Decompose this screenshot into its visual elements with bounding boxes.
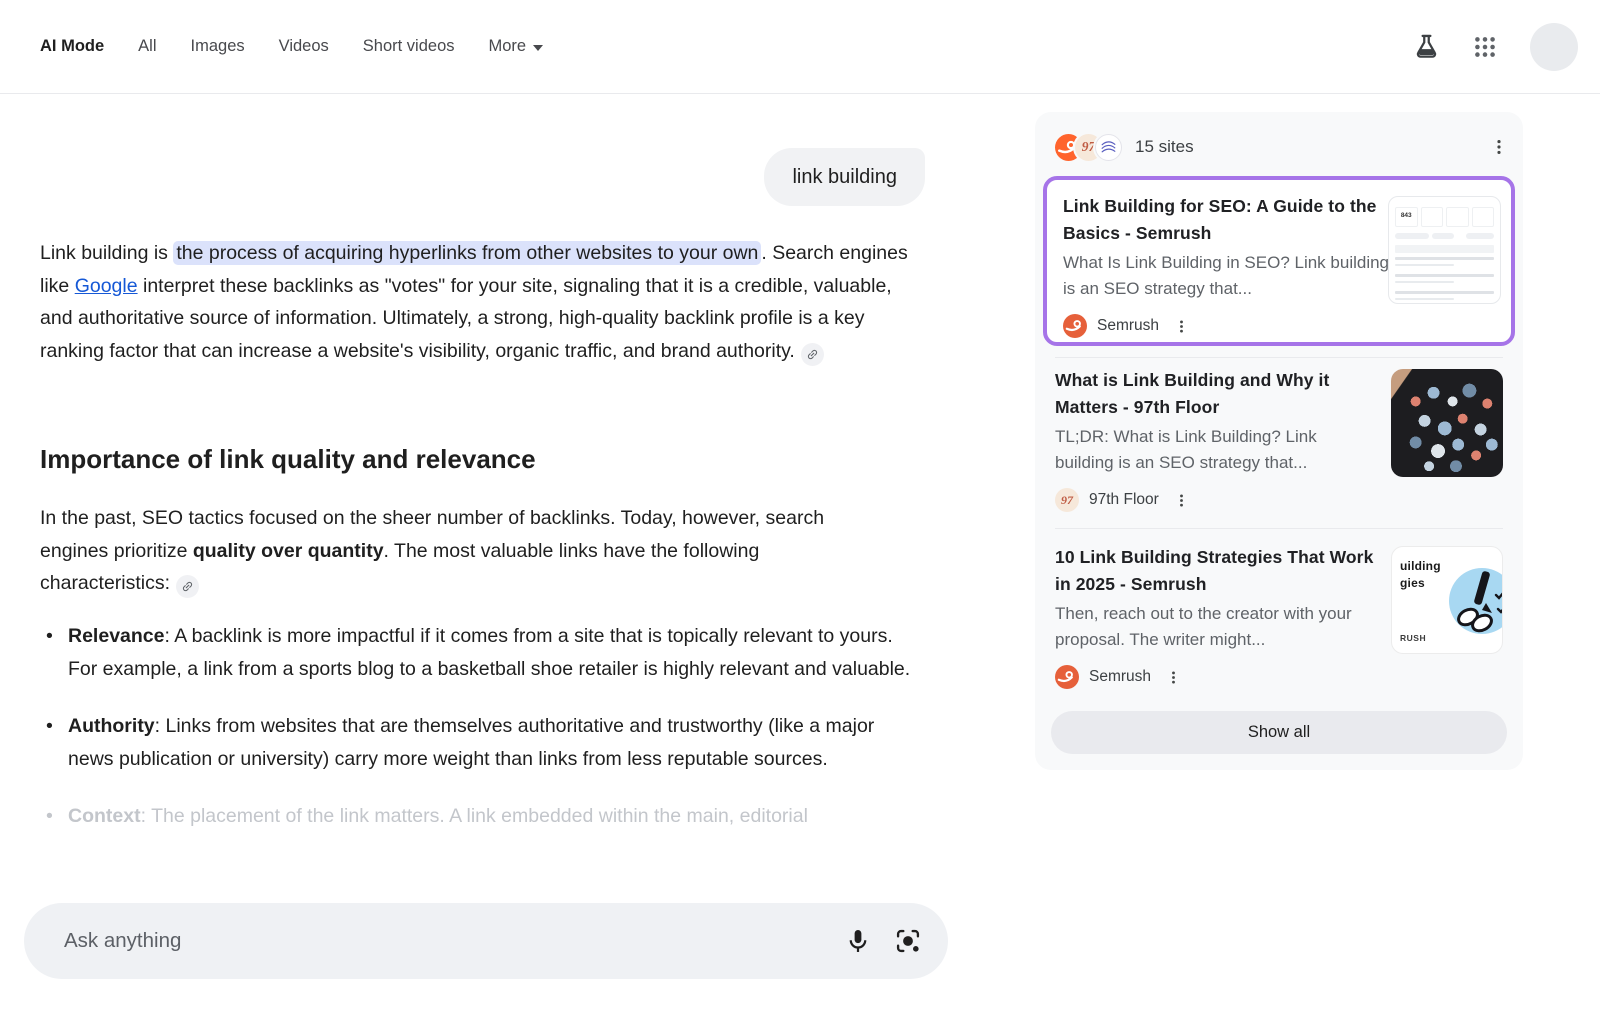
card-more-options-icon[interactable] xyxy=(1165,669,1182,686)
user-avatar[interactable] xyxy=(1530,23,1578,71)
citation-link-icon[interactable] xyxy=(176,575,199,598)
favicon-stack: 97 xyxy=(1055,134,1122,161)
swirl-favicon-icon xyxy=(1095,134,1122,161)
card-source-name: 97th Floor xyxy=(1089,491,1159,509)
tab-ai-mode[interactable]: AI Mode xyxy=(40,37,104,56)
lens-camera-icon[interactable] xyxy=(894,927,922,955)
para2-bold-phrase: quality over quantity xyxy=(193,540,384,562)
header-actions xyxy=(1413,23,1578,71)
card-title: 10 Link Building Strategies That Work in… xyxy=(1055,544,1377,597)
bullet-text: : Links from websites that are themselve… xyxy=(68,715,874,770)
tab-more-dropdown[interactable]: More xyxy=(489,37,544,56)
bullet-text: : A backlink is more impactful if it com… xyxy=(68,625,910,680)
ask-bar-icons xyxy=(844,927,922,955)
labs-flask-icon[interactable] xyxy=(1413,33,1440,60)
more-label: More xyxy=(489,37,527,56)
ai-answer-intro: Link building is the process of acquirin… xyxy=(40,237,922,367)
search-tabs: AI Mode All Images Videos Short videos M… xyxy=(40,37,543,56)
intro-highlighted-phrase: the process of acquiring hyperlinks from… xyxy=(173,241,761,265)
card-source-row: 97 97th Floor xyxy=(1055,488,1503,512)
tab-videos[interactable]: Videos xyxy=(279,37,329,56)
section-heading: Importance of link quality and relevance xyxy=(40,444,536,475)
sites-count-label: 15 sites xyxy=(1135,137,1194,157)
panel-more-options-icon[interactable] xyxy=(1489,137,1509,157)
card-source-name: Semrush xyxy=(1089,668,1151,686)
sources-panel: 97 15 sites Link Building for SEO: A Gui… xyxy=(1035,112,1523,770)
thumb-text-fragment: uilding xyxy=(1400,559,1441,573)
tab-images[interactable]: Images xyxy=(191,37,245,56)
card-description: Then, reach out to the creator with your… xyxy=(1055,601,1377,652)
microphone-icon[interactable] xyxy=(844,927,872,955)
divider xyxy=(1055,357,1503,358)
list-item-authority: Authority: Links from websites that are … xyxy=(40,710,925,775)
bullet-term: Context xyxy=(68,805,141,827)
top-navigation: AI Mode All Images Videos Short videos M… xyxy=(0,0,1600,94)
source-card-semrush-strategies[interactable]: 10 Link Building Strategies That Work in… xyxy=(1055,544,1503,689)
semrush-favicon-icon xyxy=(1055,665,1079,689)
card-more-options-icon[interactable] xyxy=(1173,492,1190,509)
chevron-down-icon xyxy=(533,45,543,51)
card-source-row: Semrush xyxy=(1063,314,1499,338)
bullet-term: Authority xyxy=(68,715,155,737)
semrush-favicon-icon xyxy=(1063,314,1087,338)
thumb-text-fragment: gies xyxy=(1400,576,1425,590)
ask-anything-bar xyxy=(24,903,948,979)
show-all-button[interactable]: Show all xyxy=(1051,711,1507,754)
tab-short-videos[interactable]: Short videos xyxy=(363,37,455,56)
card-description: TL;DR: What is Link Building? Link build… xyxy=(1055,424,1377,475)
characteristics-list: Relevance: A backlink is more impactful … xyxy=(40,620,925,858)
bullet-text: : The placement of the link matters. A l… xyxy=(141,805,808,827)
card-title: Link Building for SEO: A Guide to the Ba… xyxy=(1063,193,1393,246)
intro-rest: interpret these backlinks as "votes" for… xyxy=(40,275,892,362)
divider xyxy=(1055,528,1503,529)
thumb-stat-value: 843 xyxy=(1395,207,1418,227)
card-thumbnail-dashboard: 843 xyxy=(1388,196,1501,304)
card-source-name: Semrush xyxy=(1097,317,1159,335)
card-description: What Is Link Building in SEO? Link build… xyxy=(1063,250,1393,301)
list-item-context: Context: The placement of the link matte… xyxy=(40,800,925,833)
card-source-row: Semrush xyxy=(1055,665,1503,689)
citation-link-icon[interactable] xyxy=(801,343,824,366)
intro-pre: Link building is xyxy=(40,242,173,264)
google-link[interactable]: Google xyxy=(75,275,138,297)
card-thumbnail-puzzle-photo xyxy=(1391,369,1503,477)
google-apps-grid-icon[interactable] xyxy=(1472,34,1498,60)
card-more-options-icon[interactable] xyxy=(1173,318,1190,335)
user-query-text: link building xyxy=(792,166,897,189)
card-title: What is Link Building and Why it Matters… xyxy=(1055,367,1377,420)
ai-answer-paragraph-2: In the past, SEO tactics focused on the … xyxy=(40,502,880,600)
97th-floor-favicon-icon: 97 xyxy=(1055,488,1079,512)
bullet-term: Relevance xyxy=(68,625,164,647)
user-query-chip[interactable]: link building xyxy=(764,148,925,206)
source-card-semrush-guide[interactable]: Link Building for SEO: A Guide to the Ba… xyxy=(1043,176,1515,346)
sources-panel-header: 97 15 sites xyxy=(1055,132,1509,162)
tab-all[interactable]: All xyxy=(138,37,156,56)
ask-anything-input[interactable] xyxy=(40,929,844,953)
thumb-text-fragment: RUSH xyxy=(1400,633,1426,643)
chain-links-illustration xyxy=(1446,565,1503,642)
list-item-relevance: Relevance: A backlink is more impactful … xyxy=(40,620,925,685)
ai-mode-results-page: AI Mode All Images Videos Short videos M… xyxy=(0,0,1600,1033)
source-card-97th-floor[interactable]: What is Link Building and Why it Matters… xyxy=(1055,367,1503,512)
card-thumbnail-illustration: uilding gies RUSH xyxy=(1391,546,1503,654)
